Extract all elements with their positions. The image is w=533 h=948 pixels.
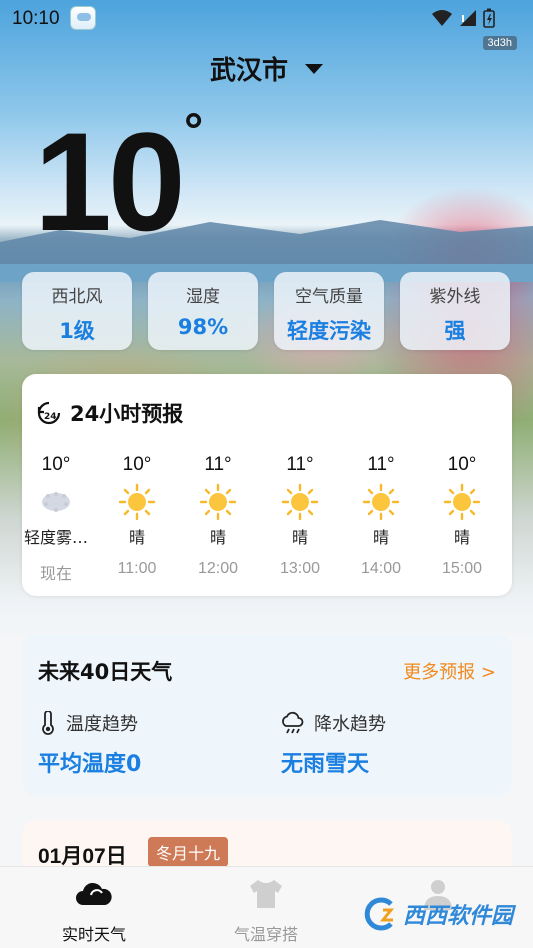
nav-label: 实时天气 [61, 925, 126, 944]
hour-item: 11° 晴 13:00 [260, 454, 340, 578]
hour-item: 10° 轻度雾… 现在 [16, 454, 96, 584]
status-bar: 10:10 3d3h [0, 0, 533, 50]
hourly-list[interactable]: 10° 轻度雾… 现在 10° 晴 11:00 11° 晴 12:00 11° … [22, 454, 512, 584]
battery-icon [483, 8, 495, 28]
corner-tag: 3d3h [482, 36, 517, 50]
hour-condition: 晴 [291, 528, 308, 547]
sun-icon [443, 483, 481, 521]
forecast-24h-title: 24小时预报 [70, 402, 184, 426]
temp-trend-value: 平均温度0 [38, 752, 142, 777]
sun-icon [362, 483, 400, 521]
metric-value: 1级 [59, 319, 95, 343]
temp-trend-label: 温度趋势 [66, 714, 138, 735]
hour-condition: 轻度雾… [23, 528, 88, 547]
metric-uv[interactable]: 紫外线 强 [400, 272, 510, 350]
hour-time: 14:00 [360, 560, 402, 577]
city-name[interactable]: 武汉市 [210, 50, 288, 87]
hour-item: 11° 晴 12:00 [178, 454, 258, 578]
forecast-24h-card: 24 24小时预报 10° 轻度雾… 现在 10° 晴 11:00 11° 晴 … [22, 374, 512, 596]
forecast-40d-title: 未来40日天气 [38, 660, 173, 684]
forecast-40d-card[interactable]: 未来40日天气 更多预报 > 温度趋势 平均温度0 降水趋势 无雨雪天 [22, 634, 512, 796]
caret-down-icon[interactable] [305, 63, 324, 74]
metric-humidity[interactable]: 湿度 98% [148, 272, 258, 350]
forecast-24h-header: 24 24小时预报 [36, 398, 183, 428]
degree-symbol: ° [184, 105, 204, 158]
wifi-icon [432, 10, 452, 26]
hour-time: 现在 [39, 566, 72, 583]
nav-item-outfit[interactable]: 气温穿搭 [206, 877, 326, 945]
more-forecast-link[interactable]: 更多预报 > [403, 658, 496, 684]
metric-value: 轻度污染 [287, 319, 371, 343]
hour-temp: 11° [204, 454, 232, 475]
svg-text:24: 24 [44, 412, 57, 422]
metrics-row: 西北风 1级 湿度 98% 空气质量 轻度污染 紫外线 强 [22, 272, 512, 350]
status-time: 10:10 [12, 8, 60, 29]
hour-temp: 11° [286, 454, 314, 475]
metric-label: 空气质量 [295, 287, 363, 307]
hour-item: 11° 晴 14:00 [341, 454, 421, 578]
rain-cloud-icon [282, 711, 304, 734]
temp-trend: 温度趋势 [38, 710, 138, 736]
clock-24h-icon: 24 [37, 401, 61, 425]
metric-label: 西北风 [51, 287, 103, 307]
site-watermark: 西西软件园 [361, 896, 513, 932]
nav-label: 气温穿搭 [233, 925, 298, 944]
system-icons [431, 8, 495, 28]
hour-condition: 晴 [372, 528, 389, 547]
hour-condition: 晴 [128, 528, 145, 547]
metric-wind[interactable]: 西北风 1级 [22, 272, 132, 350]
hour-time: 12:00 [197, 560, 239, 577]
hour-temp: 10° [122, 454, 152, 475]
thermometer-icon [42, 711, 54, 735]
hour-item: 10° 晴 11:00 [97, 454, 177, 578]
hour-temp: 10° [447, 454, 477, 475]
watermark-logo-icon [364, 897, 395, 931]
sun-icon [199, 483, 237, 521]
precip-trend-value: 无雨雪天 [281, 752, 370, 777]
haze-icon [42, 492, 70, 512]
lunar-date-badge: 冬月十九 [148, 837, 229, 867]
hour-temp: 10° [41, 454, 71, 475]
metric-value: 98% [177, 315, 229, 339]
hour-time: 13:00 [279, 560, 321, 577]
hour-condition: 晴 [209, 528, 226, 547]
sun-icon [118, 483, 156, 521]
shirt-icon [250, 880, 282, 908]
cloud-icon [76, 882, 112, 905]
hour-item: 10° 晴 15:00 [422, 454, 502, 578]
metric-label: 紫外线 [429, 287, 481, 307]
watermark-text: 西西软件园 [402, 904, 513, 929]
metric-value: 强 [444, 319, 466, 343]
current-temperature: 10 [34, 103, 186, 260]
metric-label: 湿度 [186, 287, 220, 307]
hour-condition: 晴 [453, 528, 470, 547]
nav-item-realtime-weather[interactable]: 实时天气 [34, 877, 154, 945]
signal-icon [460, 10, 476, 26]
precip-trend: 降水趋势 [280, 710, 386, 736]
city-selector[interactable]: 武汉市 [0, 50, 533, 87]
metric-air-quality[interactable]: 空气质量 轻度污染 [274, 272, 384, 350]
hour-time: 15:00 [441, 560, 483, 577]
hour-time: 11:00 [117, 560, 157, 577]
hour-temp: 11° [367, 454, 395, 475]
precip-trend-label: 降水趋势 [314, 714, 386, 735]
sun-icon [281, 483, 319, 521]
app-notification-icon [70, 6, 96, 30]
